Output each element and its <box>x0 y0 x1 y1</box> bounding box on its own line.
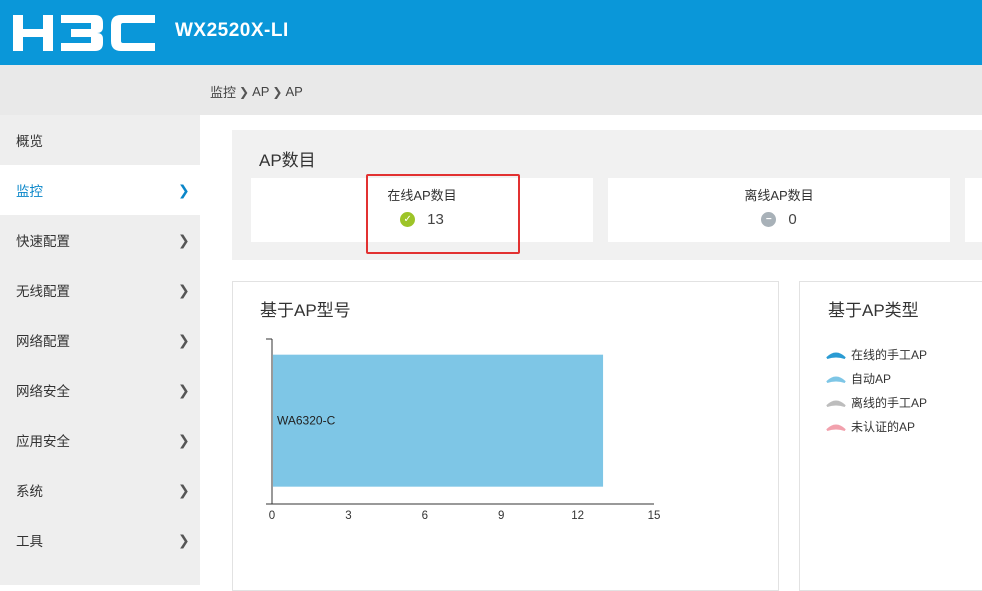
sidebar-item-overview[interactable]: 概览 <box>0 115 200 165</box>
x-tick-label: 6 <box>421 510 428 522</box>
sidebar-item-monitor[interactable]: 监控 ❯ <box>0 165 200 215</box>
sidebar-item-label: 概览 <box>16 134 43 149</box>
legend-swatch-icon <box>826 352 846 359</box>
x-tick-label: 3 <box>345 510 352 522</box>
offline-ap-card[interactable]: 离线AP数目 − 0 <box>608 178 950 242</box>
sidebar-item-label: 快速配置 <box>16 234 70 249</box>
breadcrumb: 监控 ❯ AP ❯ AP <box>210 82 303 101</box>
legend-label: 在线的手工AP <box>851 348 928 362</box>
sidebar-item-label: 网络安全 <box>16 384 70 399</box>
legend-item-unauthenticated-ap[interactable]: 未认证的AP <box>826 418 915 435</box>
chevron-right-icon: ❯ <box>178 431 190 448</box>
sidebar-item-label: 工具 <box>16 534 43 549</box>
legend-swatch-icon <box>826 400 846 407</box>
legend-item-offline-manual-ap[interactable]: 离线的手工AP <box>826 394 927 411</box>
breadcrumb-item-monitor[interactable]: 监控 <box>210 82 236 101</box>
minus-circle-icon: − <box>761 212 777 227</box>
x-tick-label: 12 <box>571 510 584 522</box>
legend-item-auto-ap[interactable]: 自动AP <box>826 370 891 387</box>
sidebar-item-label: 无线配置 <box>16 284 70 299</box>
x-tick-label: 9 <box>497 510 505 522</box>
chevron-right-icon: ❯ <box>178 381 190 398</box>
chevron-right-icon: ❯ <box>178 231 190 248</box>
ap-type-panel <box>799 281 982 591</box>
chevron-right-icon: ❯ <box>272 84 283 99</box>
chevron-right-icon: ❯ <box>178 281 190 298</box>
sidebar-item-network-config[interactable]: 网络配置 ❯ <box>0 315 200 365</box>
breadcrumb-item-ap-current: AP <box>285 84 303 99</box>
chevron-right-icon: ❯ <box>178 531 190 548</box>
sidebar-item-label: 应用安全 <box>16 434 70 449</box>
offline-ap-label: 离线AP数目 <box>744 188 814 203</box>
sidebar-item-network-security[interactable]: 网络安全 ❯ <box>0 365 200 415</box>
ap-type-title: 基于AP类型 <box>828 301 919 320</box>
legend-label: 离线的手工AP <box>851 396 928 410</box>
h3c-logo <box>13 15 155 51</box>
legend-swatch-icon <box>826 376 846 383</box>
chevron-right-icon: ❯ <box>178 481 190 498</box>
breadcrumb-item-ap[interactable]: AP <box>252 84 269 99</box>
sidebar-item-label: 网络配置 <box>16 334 70 349</box>
partial-stat-card <box>965 178 982 242</box>
chevron-right-icon: ❯ <box>178 181 190 198</box>
legend-label: 自动AP <box>851 372 892 386</box>
sidebar-item-tools[interactable]: 工具 ❯ <box>0 515 200 565</box>
legend-label: 未认证的AP <box>851 420 916 434</box>
sidebar-item-label: 监控 <box>16 184 43 199</box>
highlight-annotation-box <box>366 174 520 254</box>
chevron-right-icon: ❯ <box>178 331 190 348</box>
sidebar-item-system[interactable]: 系统 ❯ <box>0 465 200 515</box>
device-model-title: WX2520X-LI <box>175 20 289 41</box>
sidebar-item-app-security[interactable]: 应用安全 ❯ <box>0 415 200 465</box>
sidebar-item-label: 系统 <box>16 484 43 499</box>
x-tick-label: 0 <box>268 510 276 522</box>
breadcrumb-bar <box>0 65 982 115</box>
legend-swatch-icon <box>826 424 846 431</box>
offline-ap-count: 0 <box>788 211 797 228</box>
ap-model-chart-title: 基于AP型号 <box>260 301 351 320</box>
ap-count-title: AP数目 <box>259 151 316 170</box>
chevron-right-icon: ❯ <box>239 84 250 99</box>
x-tick-label: 15 <box>647 510 661 522</box>
ap-model-chart-panel <box>232 281 779 591</box>
offline-ap-value-row: − 0 <box>608 211 950 228</box>
sidebar-item-wireless-config[interactable]: 无线配置 ❯ <box>0 265 200 315</box>
sidebar-item-quick-config[interactable]: 快速配置 ❯ <box>0 215 200 265</box>
top-header-bar: WX2520X-LI <box>0 0 982 65</box>
legend-item-online-manual-ap[interactable]: 在线的手工AP <box>826 346 927 363</box>
